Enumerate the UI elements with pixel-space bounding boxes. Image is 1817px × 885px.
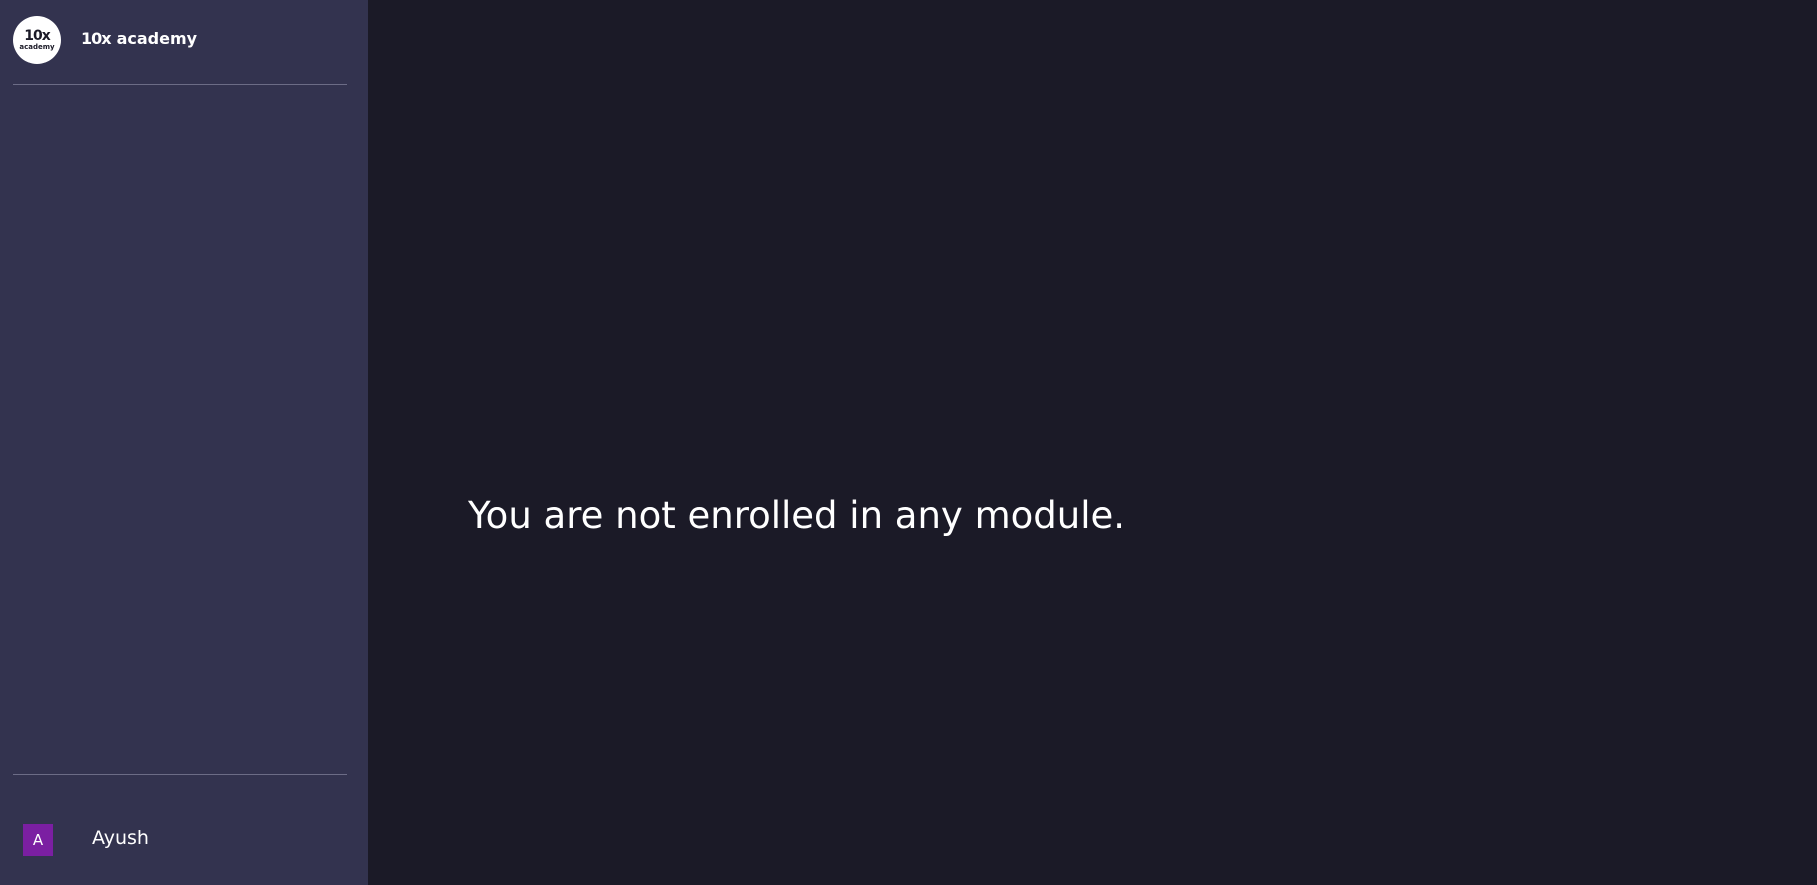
sidebar: 10x academy 10x academy A Ayush [0,0,368,885]
sidebar-bottom-divider [13,774,347,775]
logo-icon[interactable]: 10x academy [13,16,61,64]
logo-mark: 10x [24,28,50,44]
brand-name: academy [116,28,198,48]
avatar[interactable]: A [23,824,53,856]
user-profile[interactable]: A Ayush [23,824,149,856]
empty-state-message: You are not enrolled in any module. [468,494,1126,537]
main-content: You are not enrolled in any module. [368,0,1817,885]
brand-wordmark[interactable]: 10x academy [81,27,197,49]
app-root: 10x academy 10x academy A Ayush You are … [0,0,1817,885]
logo-sub: academy [19,43,55,51]
brand-mark: 10x [81,28,112,48]
user-name[interactable]: Ayush [92,827,149,849]
sidebar-top-divider [13,84,347,85]
